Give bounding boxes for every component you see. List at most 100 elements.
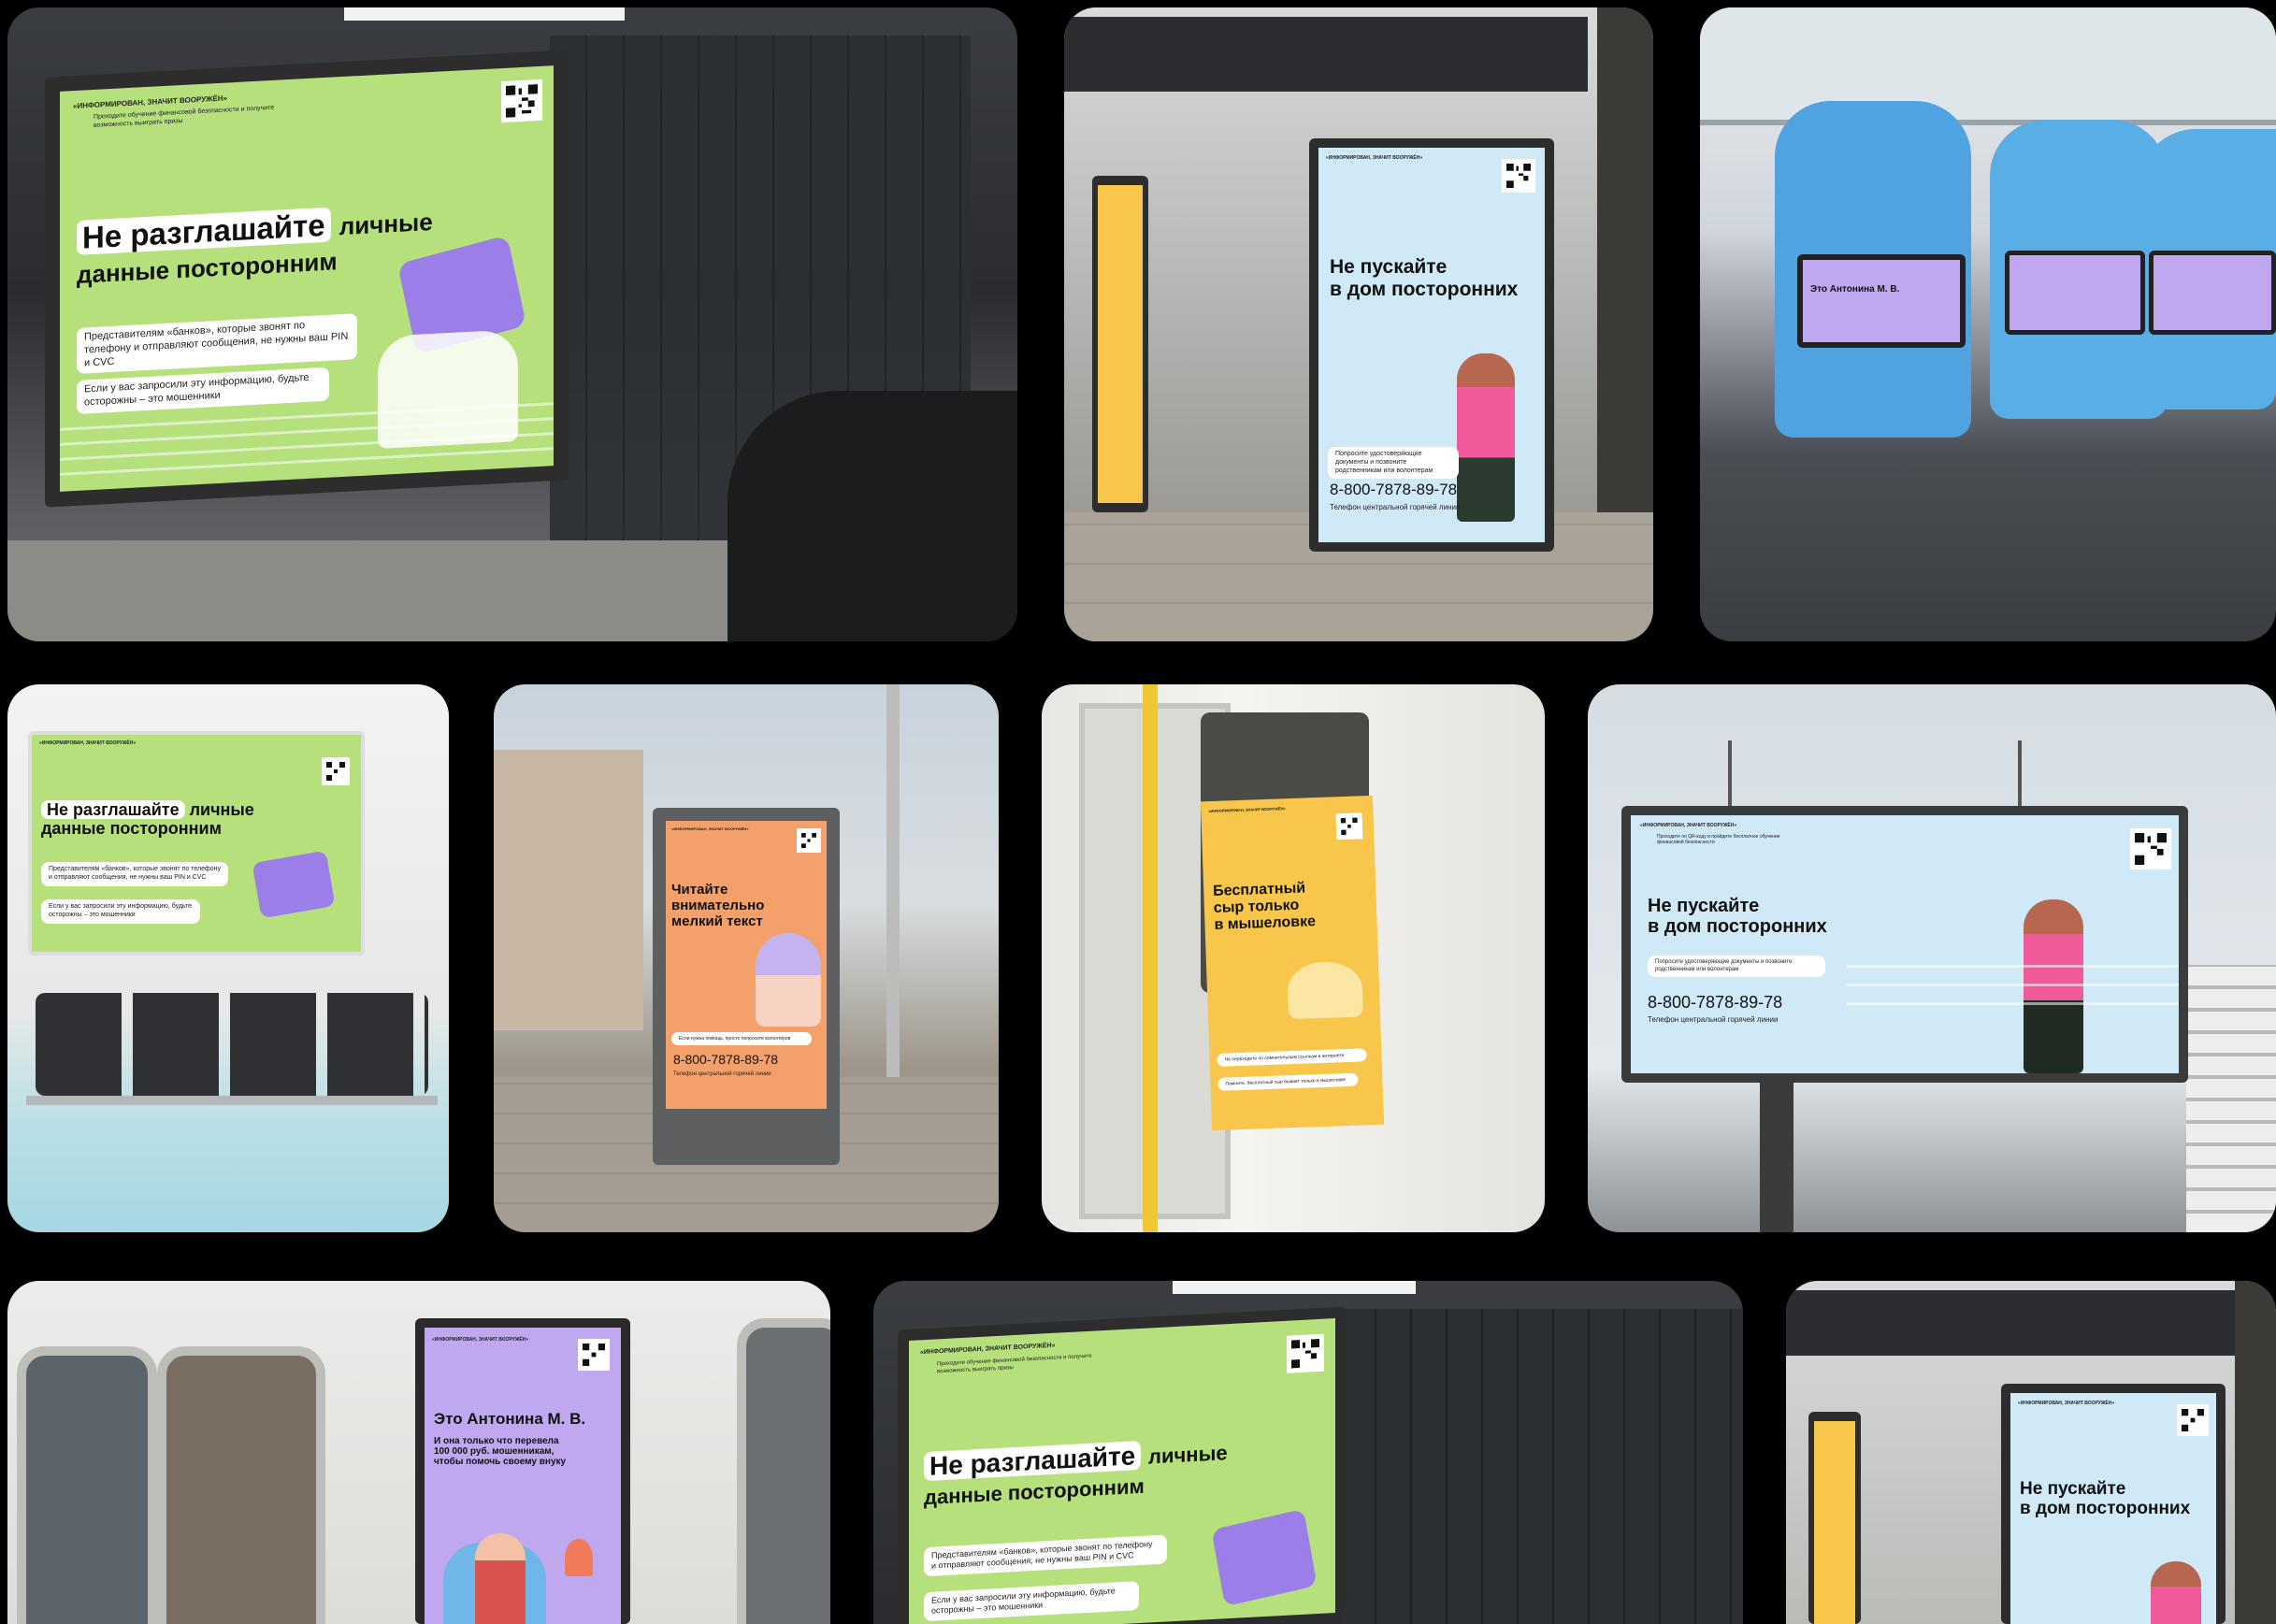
- poster-privacy-green: «ИНФОРМИРОВАН, ЗНАЧИТ ВООРУЖЁН» Проходит…: [909, 1318, 1335, 1624]
- poster-tagline: «ИНФОРМИРОВАН, ЗНАЧИТ ВООРУЖЁН»: [39, 740, 137, 746]
- hotline-caption: Телефон центральной горячей линии: [1330, 503, 1461, 511]
- old-man-illustration: [1457, 353, 1515, 522]
- poster-body-2: Если у вас запросили эту информацию, буд…: [77, 366, 329, 414]
- hotline-caption: Телефон центральной горячей линии: [1648, 1015, 1779, 1024]
- bench: [36, 993, 428, 1096]
- wallet-illustration: [252, 850, 336, 919]
- mockup-tile-billboard[interactable]: «ИНФОРМИРОВАН, ЗНАЧИТ ВООРУЖЁН» Проходит…: [1588, 684, 2276, 1232]
- headline-line-2: сыр только: [1213, 897, 1300, 916]
- hotline-number: 8-800-7878-89-78: [1330, 481, 1458, 498]
- poster-body: Если нужна помощь, просто попросите воло…: [671, 1032, 812, 1046]
- poster-tagline: «ИНФОРМИРОВАН, ЗНАЧИТ ВООРУЖЁН»: [432, 1337, 529, 1343]
- body-line-2: 100 000 руб. мошенникам,: [434, 1446, 555, 1458]
- billboard-lamp-left: [1728, 740, 1732, 815]
- poster-body-1: Не переходите по сомнительным ссылкам в …: [1217, 1048, 1367, 1068]
- poster-tagline: «ИНФОРМИРОВАН, ЗНАЧИТ ВООРУЖЁН»: [920, 1342, 1056, 1357]
- poster-headline: Не разглашайте личные данные посторонним: [41, 800, 254, 838]
- qr-code: [1502, 159, 1535, 193]
- headline-line-2: в дом посторонних: [2020, 1499, 2191, 1519]
- bus-window: [1700, 7, 2276, 125]
- poster-tagline: «ИНФОРМИРОВАН, ЗНАЧИТ ВООРУЖЁН»: [671, 826, 749, 831]
- headline-line-1: Бесплатный: [1212, 880, 1306, 899]
- headline-line-2: данные посторонним: [924, 1474, 1145, 1510]
- floor: [7, 540, 727, 641]
- train-window-1: [17, 1346, 157, 1624]
- qr-code: [322, 757, 350, 785]
- qr-code: [501, 79, 542, 123]
- poster-tagline: «ИНФОРМИРОВАН, ЗНАЧИТ ВООРУЖЁН»: [1326, 155, 1423, 161]
- ceiling-light: [344, 7, 625, 21]
- poster-headline: Не разглашайте личные данные посторонним: [924, 1436, 1228, 1511]
- poster-body-2: Если у вас запросили эту информацию, буд…: [924, 1581, 1139, 1621]
- headline-rest: личные: [1148, 1441, 1228, 1469]
- billboard-pole: [1760, 1077, 1793, 1232]
- headline-line-1: Не пускайте: [2020, 1479, 2126, 1499]
- seat-screen-antonina-2: [2005, 251, 2145, 335]
- qr-code: [797, 828, 821, 853]
- poster-info-line: Проходите обучение финансовой безопаснос…: [937, 1353, 1092, 1374]
- headline-line-1: Не пускайте: [1648, 896, 1760, 916]
- shelter-roof: [1786, 1290, 2235, 1356]
- qr-code: [1335, 812, 1363, 841]
- poster-tagline: «ИНФОРМИРОВАН, ЗНАЧИТ ВООРУЖЁН»: [1640, 823, 1737, 828]
- mockup-tile-train-handrail[interactable]: «ИНФОРМИРОВАН, ЗНАЧИТ ВООРУЖЁН» Бесплатн…: [1042, 684, 1545, 1232]
- tiled-wall: [1341, 1309, 1743, 1624]
- hotline-number: 8-800-7878-89-78: [673, 1052, 779, 1067]
- mockup-tile-subway-wall[interactable]: «ИНФОРМИРОВАН, ЗНАЧИТ ВООРУЖЁН» Проходит…: [7, 7, 1017, 641]
- mockup-tile-bus-stop-2[interactable]: «ИНФОРМИРОВАН, ЗНАЧИТ ВООРУЖЁН» Не пуска…: [1786, 1281, 2276, 1624]
- poster-body: Попросите удостоверяющие документы и поз…: [1648, 956, 1825, 977]
- poster-headline: Это Антонина М. В.: [434, 1410, 586, 1428]
- poster-cheese-yellow: «ИНФОРМИРОВАН, ЗНАЧИТ ВООРУЖЁН» Бесплатн…: [1200, 795, 1385, 1131]
- headline-line-3: в мышеловке: [1214, 913, 1317, 933]
- building-right: [2186, 965, 2276, 1232]
- headline-line-2: данные посторонним: [41, 819, 222, 839]
- poster-body-2: Если у вас запросили эту информацию, буд…: [41, 899, 200, 924]
- poster-cheese-side: [1814, 1421, 1855, 1624]
- old-man-illustration: [2151, 1561, 2201, 1624]
- shelter-roof: [1064, 17, 1588, 92]
- poster-body-2: Помните, бесплатный сыр бывает только в …: [1217, 1072, 1359, 1092]
- poster-info-line: Проходите по QR-коду и пройдите бесплатн…: [1657, 834, 1780, 846]
- poster-finetext-orange: «ИНФОРМИРОВАН, ЗНАЧИТ ВООРУЖЁН» Читайте …: [666, 821, 827, 1109]
- mockup-tile-bus-stop[interactable]: «ИНФОРМИРОВАН, ЗНАЧИТ ВООРУЖЁН» Не пуска…: [1064, 7, 1653, 641]
- wallet-illustration: [1211, 1508, 1318, 1607]
- poster-cheese-side: [1098, 185, 1143, 503]
- headline-line-2: в дом посторонних: [1330, 278, 1519, 300]
- poster-body: И она только что перевела 100 000 руб. м…: [434, 1436, 566, 1468]
- billboard-lamp-right: [2018, 740, 2022, 815]
- poster-tagline: «ИНФОРМИРОВАН, ЗНАЧИТ ВООРУЖЁН»: [2018, 1401, 2115, 1406]
- poster-body: Попросите удостоверяющие документы и поз…: [1328, 447, 1459, 480]
- building-left: [494, 750, 643, 1030]
- headline-highlight: Не разглашайте: [77, 207, 331, 255]
- tree-trunk: [2235, 1281, 2276, 1624]
- headline-rest: личные: [189, 800, 254, 819]
- mockup-tile-train-exterior[interactable]: «ИНФОРМИРОВАН, ЗНАЧИТ ВООРУЖЁН» Это Анто…: [7, 1281, 830, 1624]
- grandma-illustration: [475, 1533, 526, 1624]
- body-line-3: чтобы помочь своему внуку: [434, 1457, 567, 1468]
- old-man-illustration: [2024, 899, 2083, 1073]
- poster-privacy-green: «ИНФОРМИРОВАН, ЗНАЧИТ ВООРУЖЁН» Проходит…: [60, 65, 554, 492]
- body-line-1: И она только что перевела: [434, 1436, 559, 1446]
- seat-screen-antonina-3: [2149, 251, 2276, 335]
- headline-line-1: Не пускайте: [1330, 256, 1448, 278]
- train-window-3: [737, 1318, 830, 1624]
- mockup-tile-subway-wall-2[interactable]: «ИНФОРМИРОВАН, ЗНАЧИТ ВООРУЖЁН» Проходит…: [873, 1281, 1743, 1624]
- poster-headline: Не пускайте в дом посторонних: [1648, 896, 1827, 938]
- mockup-tile-bus-seats[interactable]: Это Антонина М. В.: [1700, 7, 2276, 641]
- cheese-illustration: [1287, 960, 1364, 1020]
- poster-stranger-blue: «ИНФОРМИРОВАН, ЗНАЧИТ ВООРУЖЁН» Не пуска…: [2010, 1393, 2216, 1624]
- escalator: [727, 391, 1017, 641]
- grandma-illustration: [756, 933, 821, 1027]
- flower-illustration: [565, 1539, 593, 1576]
- poster-headline: Не пускайте в дом посторонних: [1330, 256, 1518, 300]
- qr-code: [2177, 1404, 2209, 1436]
- poster-privacy-green: «ИНФОРМИРОВАН, ЗНАЧИТ ВООРУЖЁН» Не разгл…: [32, 735, 361, 952]
- poster-stranger-billboard: «ИНФОРМИРОВАН, ЗНАЧИТ ВООРУЖЁН» Проходит…: [1631, 815, 2179, 1073]
- bench-rail: [26, 1096, 438, 1105]
- mockup-tile-waiting-room[interactable]: «ИНФОРМИРОВАН, ЗНАЧИТ ВООРУЖЁН» Не разгл…: [7, 684, 449, 1232]
- mockup-tile-street-citylight[interactable]: «ИНФОРМИРОВАН, ЗНАЧИТ ВООРУЖЁН» Читайте …: [494, 684, 999, 1232]
- poster-headline: Не разглашайте личные данные посторонним: [77, 203, 433, 291]
- headline-highlight: Не разглашайте: [41, 800, 185, 819]
- yellow-handrail: [1143, 684, 1158, 1232]
- train-window-2: [157, 1346, 325, 1624]
